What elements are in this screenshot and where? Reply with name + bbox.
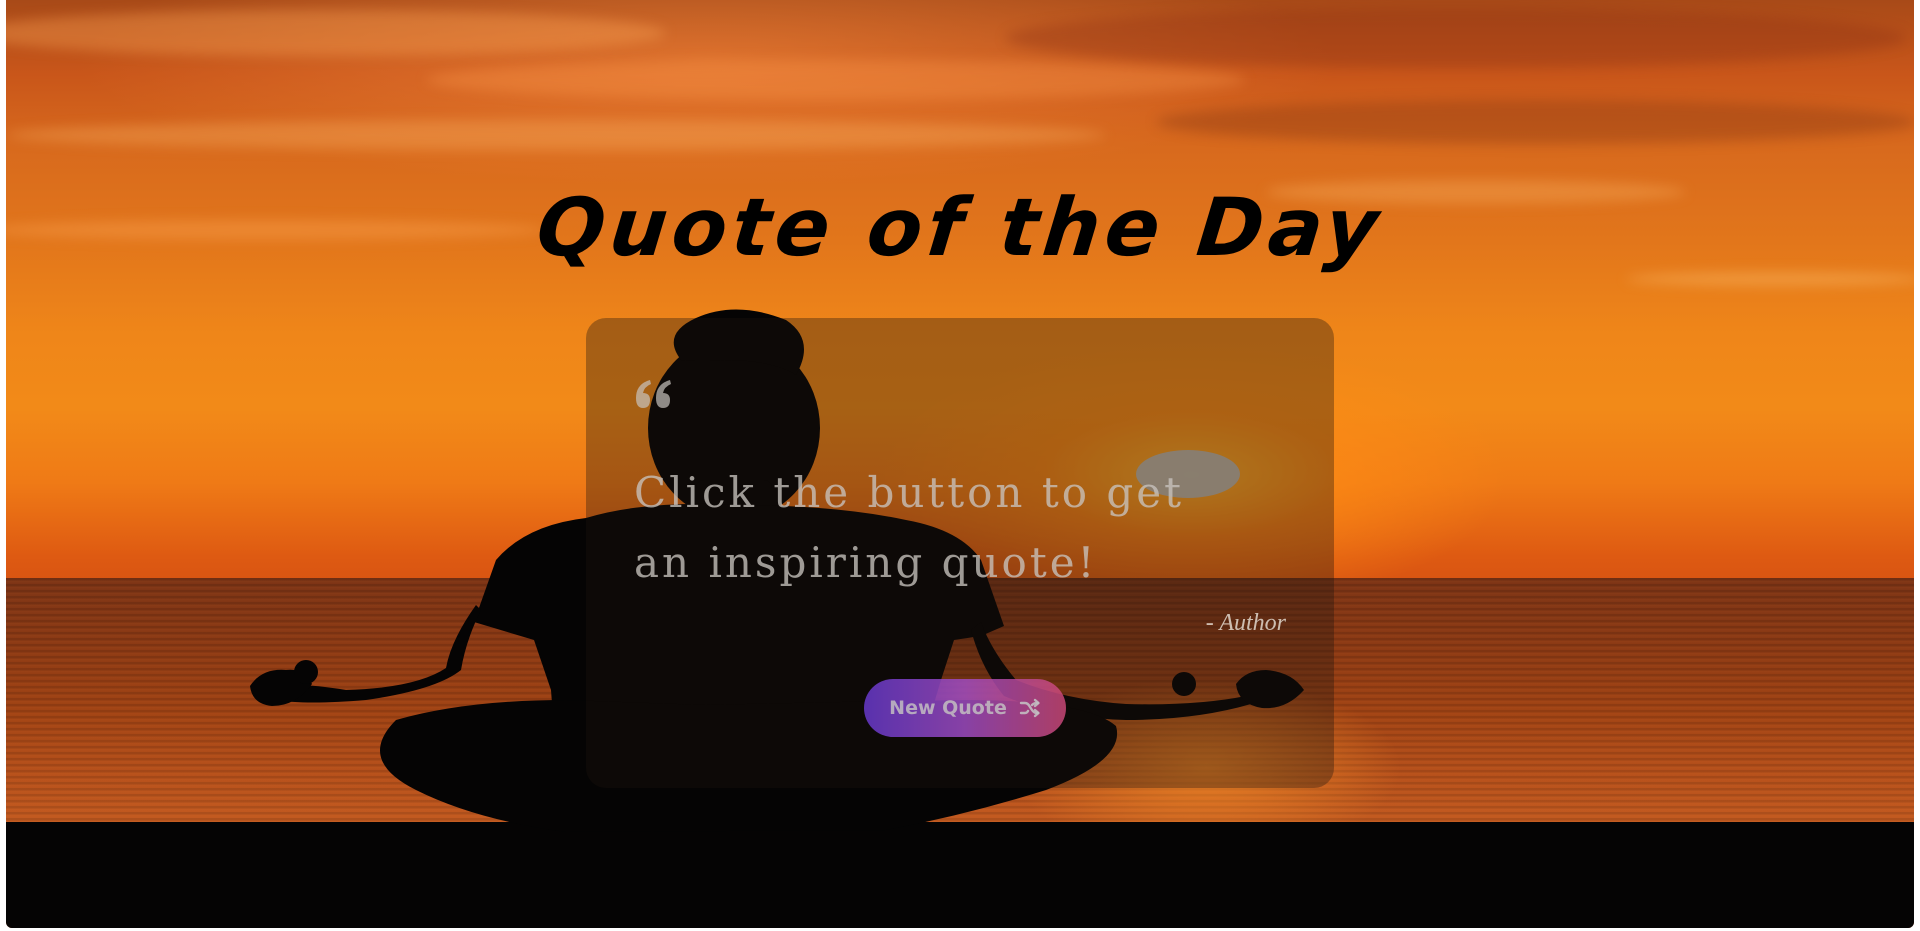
- new-quote-button[interactable]: New Quote: [864, 679, 1066, 737]
- page-title: Quote of the Day: [532, 181, 1388, 274]
- shuffle-icon: [1019, 698, 1041, 718]
- quote-card: Click the button to get an inspiring quo…: [586, 318, 1334, 788]
- new-quote-button-label: New Quote: [889, 697, 1007, 719]
- quote-left-icon: [634, 380, 674, 412]
- quote-text: Click the button to get an inspiring quo…: [634, 468, 1184, 587]
- app-viewport: Quote of the Day Click the button to get…: [6, 0, 1914, 928]
- quote-author: - Author: [1205, 610, 1286, 636]
